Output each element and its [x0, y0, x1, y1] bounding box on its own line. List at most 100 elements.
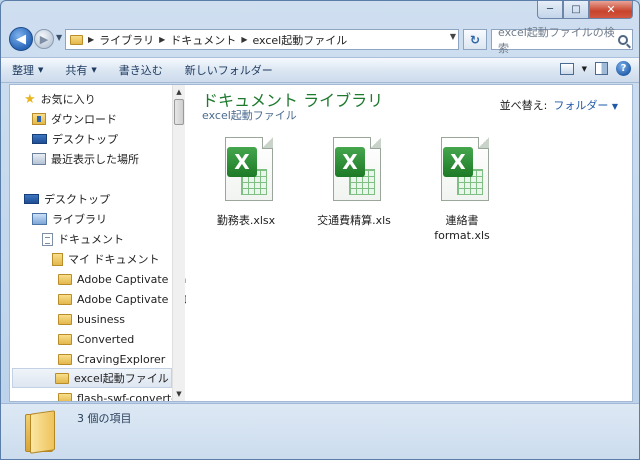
folder-icon [70, 34, 83, 45]
breadcrumb-excel-folder[interactable]: excel起動ファイル [252, 32, 347, 48]
nav-label: ダウンロード [51, 113, 117, 126]
organize-label: 整理 [12, 64, 34, 77]
nav-item-desktop-favorite[interactable]: デスクトップ [32, 129, 118, 149]
new-folder-label: 新しいフォルダー [184, 64, 273, 77]
refresh-button[interactable]: ↻ [463, 29, 487, 50]
nav-label: CravingExplorer [77, 352, 166, 366]
nav-item-folder-selected[interactable]: excel起動ファイル [12, 368, 172, 388]
file-item[interactable]: X 勤務表.xlsx [198, 137, 294, 228]
nav-item-folder[interactable]: flash-swf-converter [58, 388, 182, 401]
file-name: 勤務表.xlsx [216, 214, 276, 227]
nav-label: ライブラリ [52, 213, 107, 226]
caret-down-icon[interactable]: ▼ [582, 65, 587, 73]
library-subtitle[interactable]: excel起動ファイル [202, 107, 297, 123]
nav-label: flash-swf-converter [77, 391, 183, 402]
nav-item-folder[interactable]: Adobe Captivate プロ [58, 289, 186, 309]
refresh-icon: ↻ [469, 32, 481, 47]
burn-button[interactable]: 書き込む [108, 59, 174, 81]
item-count: 3 個の項目 [77, 412, 132, 425]
explorer-window: ─ □ ✕ ◀ ▶ ▼ ▶ ライブラリ ▶ ドキュメント ▶ excel起動ファ… [0, 0, 640, 460]
scroll-down-icon[interactable]: ▼ [173, 387, 185, 401]
nav-label: Converted [77, 332, 135, 346]
folder-icon [58, 293, 72, 305]
star-icon: ★ [24, 91, 36, 107]
navigation-pane: ★ お気に入り ダウンロード デスクトップ 最近表示した場所 デスクトップ ライ… [10, 85, 186, 401]
minimize-button[interactable]: ─ [537, 1, 563, 19]
excel-file-icon: X [219, 137, 273, 203]
folder-icon [58, 353, 72, 365]
nav-label: お気に入り [40, 93, 96, 106]
nav-scrollbar[interactable]: ▲ ▼ [172, 85, 185, 401]
file-item[interactable]: X 連絡書 format.xls [414, 137, 510, 243]
arrange-dropdown[interactable]: フォルダー ▼ [553, 97, 618, 113]
nav-label: Adobe Captivate プロ [77, 293, 186, 306]
new-folder-button[interactable]: 新しいフォルダー [174, 59, 284, 81]
nav-label: 最近表示した場所 [51, 153, 139, 166]
nav-item-documents[interactable]: ドキュメント [42, 229, 124, 249]
arrange-label: 並べ替え: [499, 99, 548, 112]
nav-label: ドキュメント [58, 233, 124, 246]
preview-pane-icon[interactable] [595, 62, 608, 75]
nav-item-libraries[interactable]: ライブラリ [32, 209, 107, 229]
nav-label: デスクトップ [52, 133, 118, 146]
search-input[interactable]: excel起動ファイルの検索 [491, 26, 633, 55]
nav-item-folder[interactable]: CravingExplorer [58, 349, 165, 369]
back-button[interactable]: ◀ [9, 27, 33, 51]
nav-item-favorites[interactable]: ★ お気に入り [24, 89, 96, 109]
nav-label: excel起動ファイル [74, 372, 169, 385]
view-options-icon[interactable] [559, 62, 574, 75]
nav-item-recent[interactable]: 最近表示した場所 [32, 149, 139, 169]
toolbar-right: ▼ ? [559, 61, 631, 76]
arrange-value: フォルダー [553, 99, 609, 112]
address-dropdown-icon[interactable]: ▼ [450, 32, 456, 41]
history-dropdown-icon[interactable]: ▼ [56, 33, 62, 42]
details-pane: 3 個の項目 [1, 403, 639, 459]
document-library-icon [42, 232, 53, 246]
folder-icon [58, 273, 72, 285]
command-bar: 整理 ▼ 共有 ▼ 書き込む 新しいフォルダー ▼ ? [1, 57, 639, 83]
folder-icon [58, 313, 72, 325]
address-row: ◀ ▶ ▼ ▶ ライブラリ ▶ ドキュメント ▶ excel起動ファイル ▼ ↻… [1, 25, 639, 55]
caption-buttons: ─ □ ✕ [537, 1, 633, 21]
breadcrumb-documents[interactable]: ドキュメント [170, 32, 236, 48]
folder-icon [58, 333, 72, 345]
chevron-right-icon[interactable]: ▶ [159, 35, 165, 44]
nav-item-folder[interactable]: business [58, 309, 125, 329]
file-item[interactable]: X 交通費精算.xls [306, 137, 402, 228]
arrow-left-icon: ◀ [16, 31, 26, 47]
share-button[interactable]: 共有 ▼ [54, 59, 107, 81]
search-placeholder: excel起動ファイルの検索 [498, 25, 615, 55]
pane-splitter[interactable] [186, 85, 189, 401]
folder-icon [58, 392, 72, 401]
nav-item-desktop[interactable]: デスクトップ [24, 189, 110, 209]
excel-file-icon: X [327, 137, 381, 203]
scroll-up-icon[interactable]: ▲ [173, 85, 185, 99]
nav-label: business [77, 312, 125, 326]
scroll-thumb[interactable] [174, 99, 184, 125]
nav-label: デスクトップ [44, 193, 110, 206]
file-name: 連絡書 format.xls [434, 214, 490, 242]
chevron-right-icon[interactable]: ▶ [88, 35, 94, 44]
maximize-button[interactable]: □ [563, 1, 589, 19]
close-button[interactable]: ✕ [589, 1, 633, 19]
explorer-body: ★ お気に入り ダウンロード デスクトップ 最近表示した場所 デスクトップ ライ… [9, 84, 633, 402]
chevron-right-icon[interactable]: ▶ [241, 35, 247, 44]
desktop-icon [32, 134, 47, 144]
caret-down-icon: ▼ [611, 102, 618, 111]
address-bar[interactable]: ▶ ライブラリ ▶ ドキュメント ▶ excel起動ファイル ▼ [65, 29, 459, 50]
nav-item-my-documents[interactable]: マイ ドキュメント [52, 249, 160, 269]
search-icon [618, 34, 628, 45]
arrow-right-icon: ▶ [39, 32, 49, 46]
folder-large-icon [25, 410, 57, 454]
nav-item-folder[interactable]: Adobe Captivate Ca [58, 269, 186, 289]
breadcrumb-libraries[interactable]: ライブラリ [99, 32, 154, 48]
nav-item-downloads[interactable]: ダウンロード [32, 109, 117, 129]
folder-icon [55, 372, 69, 384]
organize-button[interactable]: 整理 ▼ [1, 59, 54, 81]
caret-down-icon: ▼ [91, 66, 97, 74]
help-icon[interactable]: ? [616, 61, 631, 76]
forward-button[interactable]: ▶ [34, 29, 54, 49]
nav-label: Adobe Captivate Ca [77, 272, 186, 286]
nav-item-folder[interactable]: Converted [58, 329, 134, 349]
my-documents-icon [52, 252, 63, 266]
